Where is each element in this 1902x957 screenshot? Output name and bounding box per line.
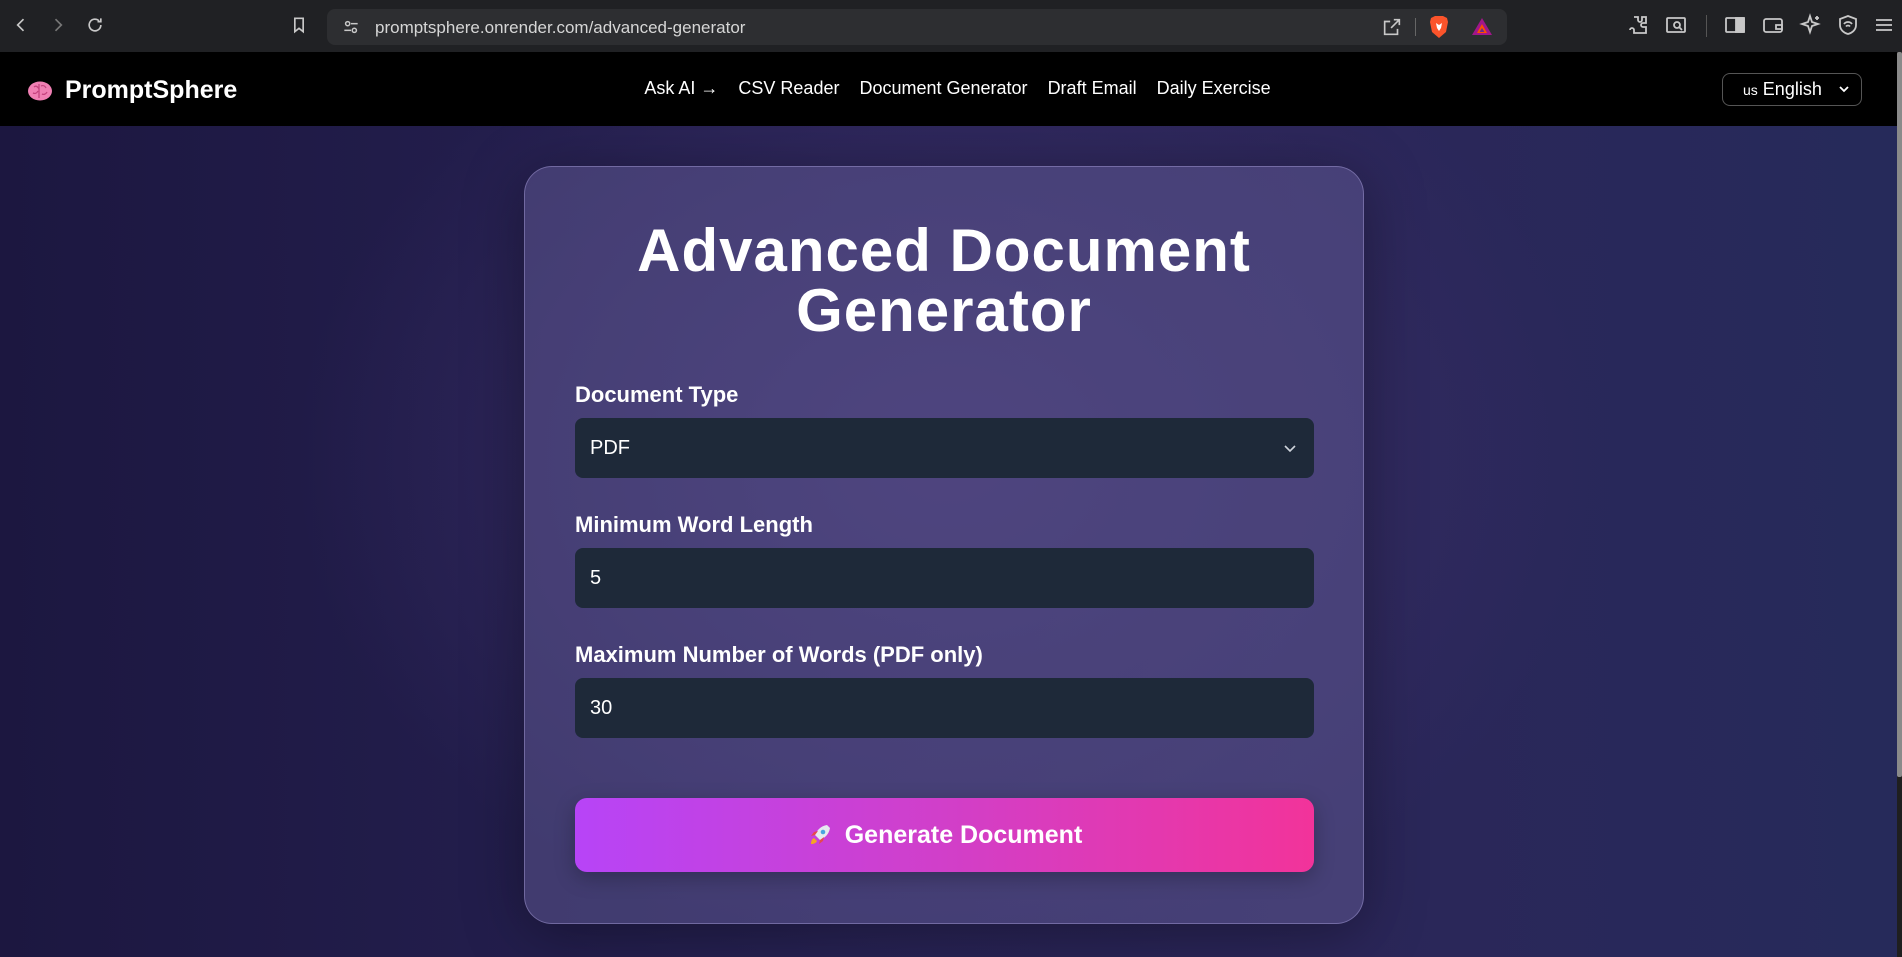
rewards-icon[interactable] (1470, 15, 1494, 39)
document-type-value: PDF (590, 436, 630, 459)
rocket-icon (810, 825, 830, 844)
divider (1415, 18, 1416, 36)
min-word-length-input[interactable]: 5 (575, 548, 1314, 608)
url-text[interactable]: promptsphere.onrender.com/advanced-gener… (375, 18, 745, 38)
scrollbar-thumb[interactable] (1897, 52, 1902, 777)
main-nav: Ask AI → CSV Reader Document Generator D… (0, 78, 1897, 99)
language-select[interactable]: us English (1722, 73, 1862, 106)
max-words-input[interactable]: 30 (575, 678, 1314, 738)
bookmark-icon[interactable] (284, 10, 314, 40)
language-label: English (1762, 79, 1822, 99)
reload-icon[interactable] (80, 10, 110, 40)
chevron-down-icon (1284, 445, 1296, 453)
browser-toolbar: promptsphere.onrender.com/advanced-gener… (0, 0, 1902, 53)
forward-icon[interactable] (43, 10, 73, 40)
generator-card: Advanced Document Generator Document Typ… (524, 166, 1364, 924)
nav-daily-exercise[interactable]: Daily Exercise (1157, 78, 1271, 99)
nav-document-generator[interactable]: Document Generator (859, 78, 1027, 99)
generate-document-button[interactable]: Generate Document (575, 798, 1314, 872)
site-settings-icon[interactable] (341, 17, 361, 37)
nav-ask-ai[interactable]: Ask AI → (644, 78, 718, 99)
share-icon[interactable] (1381, 16, 1403, 38)
min-word-length-value: 5 (590, 566, 602, 589)
min-word-length-label: Minimum Word Length (575, 512, 813, 537)
extensions-icon[interactable] (1626, 13, 1650, 37)
page-title: Advanced Document Generator (637, 217, 1251, 344)
sidebar-icon[interactable] (1723, 13, 1747, 37)
site-header: PromptSphere Ask AI → CSV Reader Documen… (0, 52, 1897, 126)
chevron-down-icon (1839, 86, 1849, 93)
flag-text: us (1743, 81, 1758, 98)
max-words-value: 30 (590, 696, 613, 719)
nav-csv-reader[interactable]: CSV Reader (738, 78, 839, 99)
document-type-select[interactable]: PDF (575, 418, 1314, 478)
back-icon[interactable] (6, 10, 36, 40)
vpn-icon[interactable] (1836, 13, 1860, 37)
divider (1706, 15, 1707, 37)
leo-ai-icon[interactable] (1798, 13, 1822, 37)
generate-button-label: Generate Document (844, 820, 1083, 849)
nav-draft-email[interactable]: Draft Email (1048, 78, 1137, 99)
reader-mode-icon[interactable] (1664, 13, 1688, 37)
document-type-label: Document Type (575, 382, 739, 407)
menu-icon[interactable] (1872, 13, 1896, 37)
page-scrollbar[interactable] (1897, 52, 1902, 957)
brave-shields-icon[interactable] (1427, 14, 1451, 40)
wallet-icon[interactable] (1761, 13, 1785, 37)
address-bar[interactable]: promptsphere.onrender.com/advanced-gener… (327, 9, 1507, 45)
max-words-label: Maximum Number of Words (PDF only) (575, 642, 983, 667)
